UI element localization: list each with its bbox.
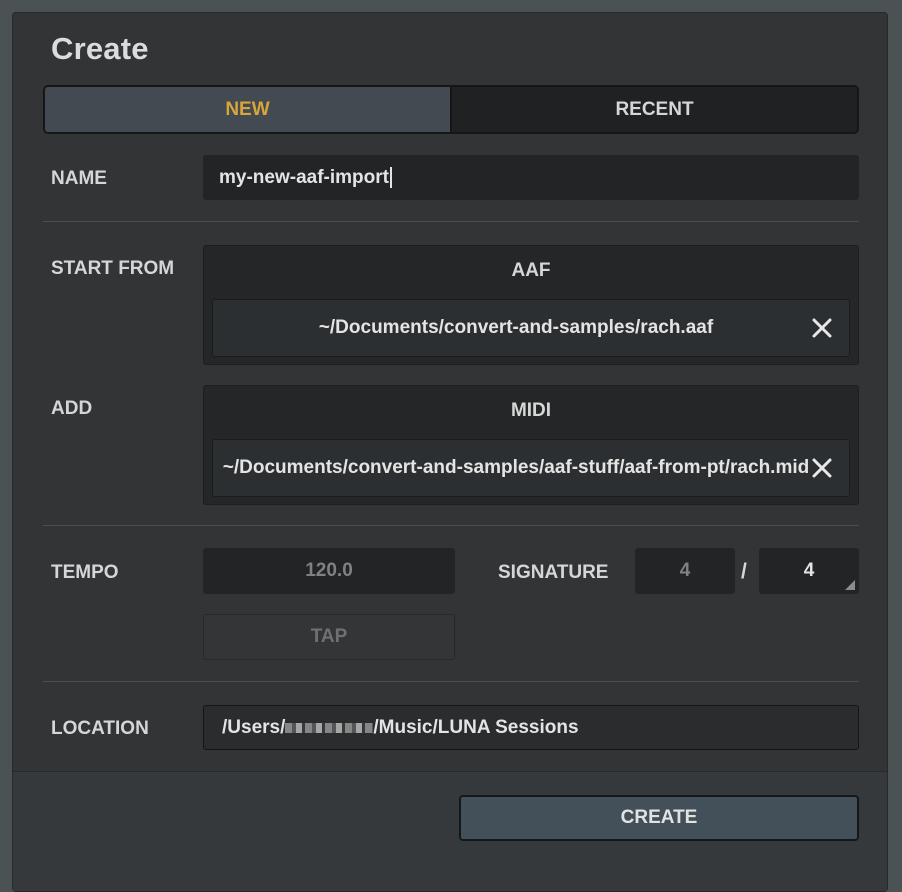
name-label: NAME (51, 168, 107, 189)
location-path-suffix: /Music/LUNA Sessions (373, 716, 579, 738)
signature-denominator-select[interactable]: 4 (759, 548, 859, 594)
divider (43, 681, 859, 682)
location-label: LOCATION (51, 718, 149, 739)
add-path-field[interactable]: ~/Documents/convert-and-samples/aaf-stuf… (212, 439, 850, 497)
redacted-username (285, 722, 374, 733)
text-caret (389, 167, 392, 188)
tab-new[interactable]: NEW (45, 87, 452, 132)
name-input[interactable]: my-new-aaf-import (203, 155, 859, 200)
tap-button[interactable]: TAP (203, 614, 455, 660)
signature-denominator-value: 4 (803, 560, 815, 581)
add-path: ~/Documents/convert-and-samples/aaf-stuf… (222, 457, 810, 478)
start-from-box: AAF ~/Documents/convert-and-samples/rach… (203, 245, 859, 365)
start-from-type: AAF (511, 260, 551, 281)
tempo-label: TEMPO (51, 562, 119, 583)
signature-separator: / (741, 560, 747, 583)
mode-tabs: NEW RECENT (43, 85, 859, 134)
divider (43, 221, 859, 222)
clear-add-icon[interactable] (811, 457, 833, 479)
add-type: MIDI (510, 400, 552, 421)
signature-label: SIGNATURE (498, 562, 609, 583)
create-dialog: Create NEW RECENT NAME my-new-aaf-import… (12, 12, 888, 892)
start-from-path: ~/Documents/convert-and-samples/rach.aaf (318, 317, 714, 338)
divider (43, 525, 859, 526)
start-from-path-field[interactable]: ~/Documents/convert-and-samples/rach.aaf (212, 299, 850, 357)
add-label: ADD (51, 398, 93, 419)
dialog-title: Create (51, 31, 149, 66)
start-from-label: START FROM (51, 258, 175, 279)
add-box: MIDI ~/Documents/convert-and-samples/aaf… (203, 385, 859, 505)
location-input[interactable]: /Users/ /Music/LUNA Sessions (203, 705, 859, 750)
location-path-prefix: /Users/ (222, 716, 286, 738)
tempo-input[interactable]: 120.0 (203, 548, 455, 594)
tab-recent[interactable]: RECENT (452, 87, 857, 132)
name-value: my-new-aaf-import (219, 166, 389, 188)
create-button[interactable]: CREATE (459, 795, 859, 841)
signature-numerator-input[interactable]: 4 (635, 548, 735, 594)
dropdown-corner-icon (845, 580, 855, 590)
clear-start-from-icon[interactable] (811, 317, 833, 339)
